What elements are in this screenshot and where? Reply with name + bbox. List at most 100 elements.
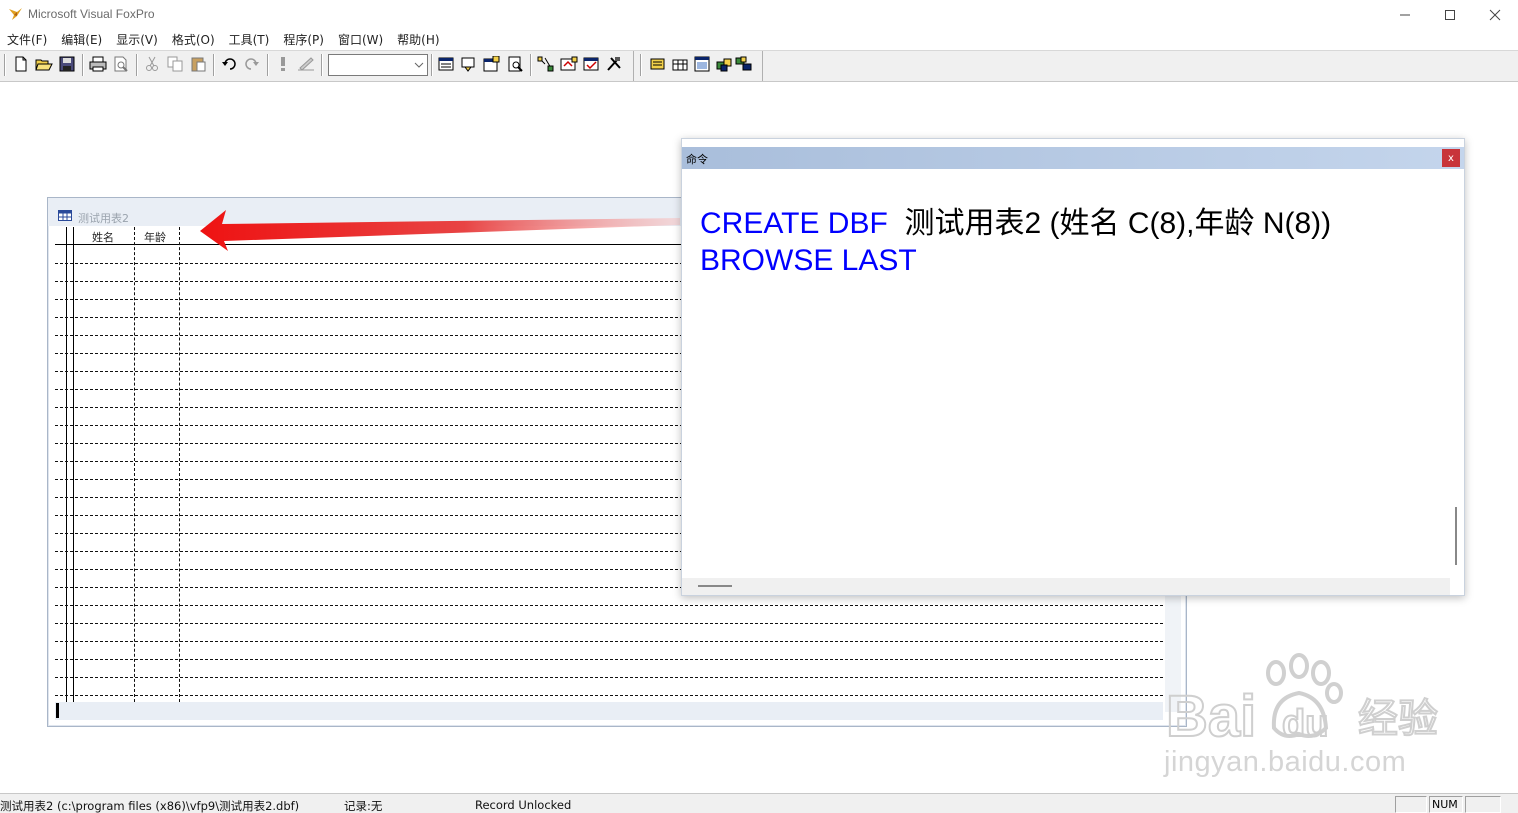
data-environment-button[interactable]: [692, 54, 712, 74]
open-button[interactable]: [34, 54, 54, 74]
status-records: 记录:无: [344, 799, 383, 813]
maximize-button[interactable]: [1427, 0, 1473, 30]
table-row[interactable]: [55, 641, 1163, 642]
command-keyword: BROWSE LAST: [700, 244, 917, 277]
code-window-icon: [508, 56, 523, 72]
connections-icon: [560, 56, 578, 71]
toolbar-separator: [267, 54, 269, 76]
browse-horizontal-scrollbar[interactable]: [55, 702, 1163, 720]
close-button[interactable]: [1472, 0, 1518, 30]
build-icon: [583, 57, 599, 71]
red-arrow-annotation: [200, 210, 680, 251]
command-close-button[interactable]: x: [1442, 149, 1460, 167]
object-combo[interactable]: [328, 54, 428, 76]
properties-button[interactable]: [481, 54, 501, 74]
text-cursor: [56, 703, 59, 718]
data-environment-icon: [694, 56, 710, 72]
toolbar-end: [762, 51, 763, 81]
toolbar-grip: [4, 54, 6, 76]
menu-window[interactable]: 窗口(W): [331, 30, 390, 50]
table-row[interactable]: [55, 677, 1163, 678]
table-row[interactable]: [55, 695, 1163, 696]
undo-icon: [222, 58, 236, 70]
menu-view[interactable]: 显示(V): [109, 30, 165, 50]
project-manager-button[interactable]: [714, 54, 734, 74]
print-preview-button[interactable]: [111, 54, 131, 74]
window-title: Microsoft Visual FoxPro: [28, 7, 155, 21]
command-text-area[interactable]: CREATE DBF 测试用表2 (姓名 C(8),年龄 N(8)) BROWS…: [700, 205, 1331, 279]
copy-button[interactable]: [165, 54, 185, 74]
menu-bar: 文件(F) 编辑(E) 显示(V) 格式(O) 工具(T) 程序(P) 窗口(W…: [0, 30, 1518, 50]
redo-icon: [245, 58, 259, 70]
project-manager-icon: [716, 58, 732, 72]
combo-dropdown-button[interactable]: [411, 55, 427, 75]
menu-edit[interactable]: 编辑(E): [54, 30, 109, 50]
command-line-2: BROWSE LAST: [700, 242, 1331, 279]
menu-file[interactable]: 文件(F): [0, 30, 54, 50]
command-vertical-scrollbar[interactable]: [1448, 169, 1464, 579]
database-button[interactable]: [458, 54, 478, 74]
command-title: 命令: [686, 153, 708, 166]
save-icon: [59, 56, 75, 72]
view-window-icon: [672, 59, 688, 71]
toolbar-separator: [431, 54, 433, 76]
status-num-indicator: NUM: [1429, 796, 1463, 813]
scroll-thumb[interactable]: [698, 585, 732, 587]
paste-button[interactable]: [188, 54, 208, 74]
table-row[interactable]: [55, 605, 1163, 606]
modify-form-icon: [298, 57, 314, 71]
toolbar-divider: [633, 51, 634, 81]
command-title-bar[interactable]: 命令 x: [682, 147, 1464, 169]
save-button[interactable]: [57, 54, 77, 74]
undo-button[interactable]: [219, 54, 239, 74]
foxpro-app: Microsoft Visual FoxPro 文件(F) 编辑(E) 显示(V…: [0, 0, 1518, 813]
modify-form-button[interactable]: [296, 54, 316, 74]
table-icon: [58, 210, 72, 221]
code-window-button[interactable]: [505, 54, 525, 74]
form-designer-button[interactable]: [536, 54, 556, 74]
report-button[interactable]: [648, 54, 668, 74]
print-icon: [89, 56, 107, 72]
connections-button[interactable]: [559, 54, 579, 74]
status-lock: Record Unlocked: [475, 798, 572, 812]
menu-format[interactable]: 格式(O): [165, 30, 222, 50]
command-window-button[interactable]: [436, 54, 456, 74]
open-folder-icon: [35, 59, 53, 71]
new-button[interactable]: [11, 54, 31, 74]
scroll-thumb[interactable]: [1455, 507, 1457, 565]
menu-program[interactable]: 程序(P): [276, 30, 331, 50]
toolbar-separator: [136, 54, 138, 76]
report-icon: [650, 58, 665, 70]
toolbar-separator: [213, 54, 215, 76]
toolbar-grip: [640, 54, 642, 76]
menu-help[interactable]: 帮助(H): [390, 30, 446, 50]
column-header-age[interactable]: 年龄: [144, 229, 166, 245]
chevron-down-icon: [414, 62, 424, 68]
toolbox-button[interactable]: [604, 54, 624, 74]
maximize-icon: [1445, 10, 1455, 20]
build-button[interactable]: [582, 54, 602, 74]
redo-button[interactable]: [242, 54, 262, 74]
table-row[interactable]: [55, 623, 1163, 624]
status-bar: 测试用表2 (c:\program files (x86)\vfp9\测试用表2…: [0, 793, 1518, 813]
watermark-brand-suffix: du: [1282, 703, 1328, 745]
menu-tools[interactable]: 工具(T): [222, 30, 277, 50]
command-horizontal-scrollbar[interactable]: [682, 578, 1450, 595]
copy-icon: [167, 56, 183, 72]
run-button[interactable]: [273, 54, 293, 74]
print-button[interactable]: [88, 54, 108, 74]
paste-icon: [191, 57, 206, 72]
connections-icon: [735, 56, 752, 71]
command-window-icon: [438, 57, 454, 71]
data-session-icon: [461, 57, 475, 72]
column-header-name[interactable]: 姓名: [92, 229, 114, 245]
cut-button[interactable]: [142, 54, 162, 74]
minimize-button[interactable]: [1382, 0, 1428, 30]
view-window-button[interactable]: [670, 54, 690, 74]
command-arguments: 测试用表2 (姓名 C(8),年龄 N(8)): [904, 207, 1332, 240]
minimize-icon: [1400, 14, 1410, 16]
class-browser-button[interactable]: [734, 54, 754, 74]
table-row[interactable]: [55, 659, 1163, 660]
status-ins-indicator: [1465, 796, 1501, 813]
command-window[interactable]: 命令 x CREATE DBF 测试用表2 (姓名 C(8),年龄 N(8)) …: [681, 138, 1465, 596]
